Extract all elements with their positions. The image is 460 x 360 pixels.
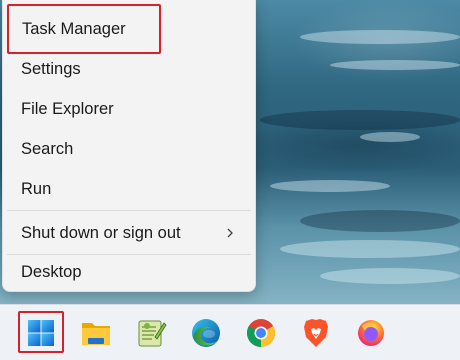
notepad-plus-plus-icon[interactable] [133,315,169,351]
firefox-icon[interactable] [353,315,389,351]
menu-item-task-manager[interactable]: Task Manager [7,4,161,54]
menu-item-label: Shut down or sign out [21,223,181,242]
brave-icon[interactable] [298,315,334,351]
menu-item-search[interactable]: Search [7,132,251,166]
chrome-icon[interactable] [243,315,279,351]
windows-start-icon[interactable] [23,315,59,351]
menu-item-label: Run [21,179,52,198]
menu-item-label: File Explorer [21,99,114,118]
menu-item-run[interactable]: Run [7,172,251,206]
taskbar [0,304,460,360]
start-context-menu: Task Manager Settings File Explorer Sear… [2,0,256,292]
chevron-right-icon [227,228,233,238]
menu-item-label: Settings [21,59,81,78]
menu-item-desktop[interactable]: Desktop [7,255,251,289]
menu-separator [7,210,251,211]
menu-item-label: Desktop [21,262,82,281]
menu-item-settings[interactable]: Settings [7,52,251,86]
edge-icon[interactable] [188,315,224,351]
menu-item-label: Task Manager [22,19,126,38]
menu-item-file-explorer[interactable]: File Explorer [7,92,251,126]
menu-item-shut-down[interactable]: Shut down or sign out [7,216,251,250]
menu-item-label: Search [21,139,74,158]
file-explorer-icon[interactable] [78,315,114,351]
